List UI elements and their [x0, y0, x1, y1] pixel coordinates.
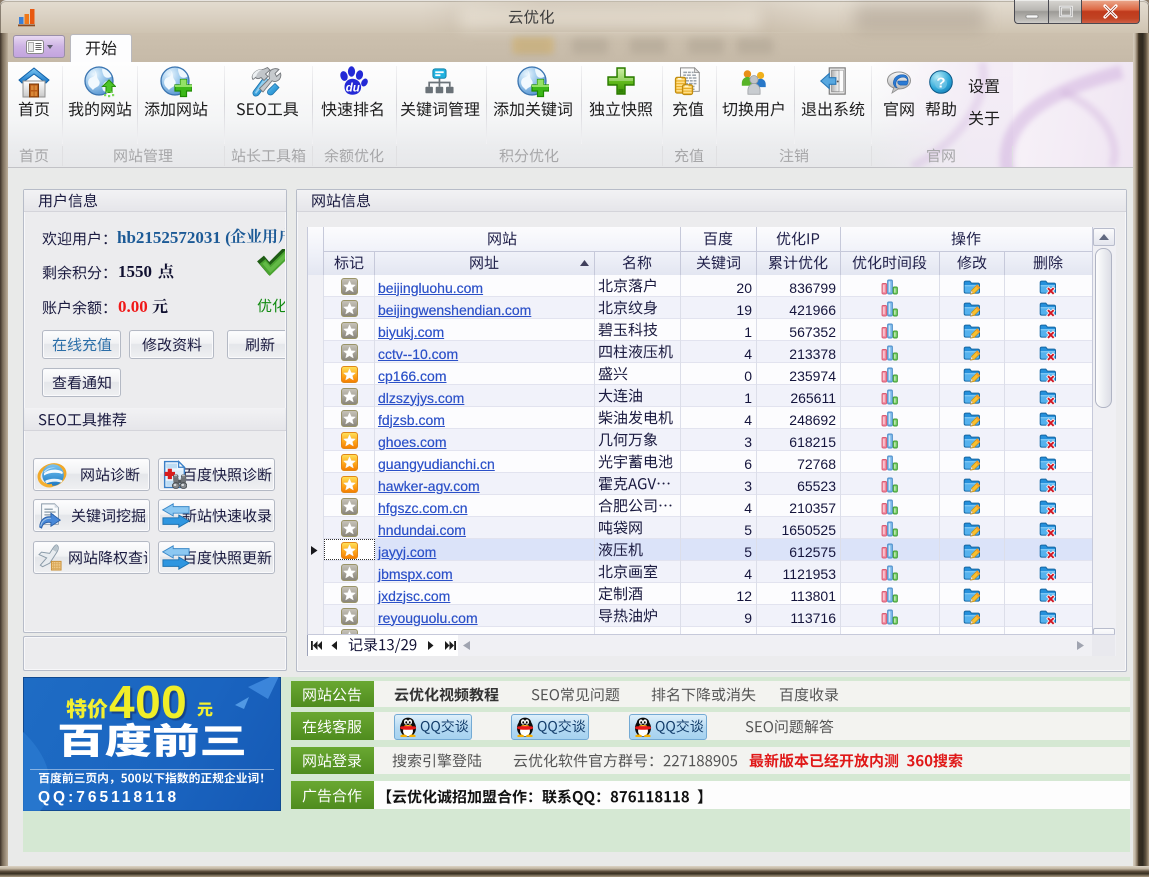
svg-text:?: ?	[936, 75, 945, 92]
svg-text:du: du	[346, 83, 360, 95]
